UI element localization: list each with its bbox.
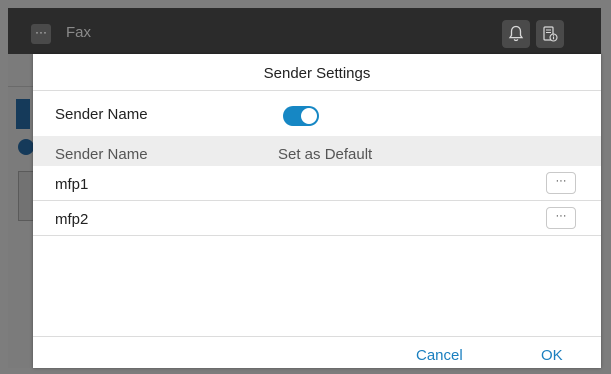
sender-name-value: mfp2 bbox=[55, 211, 89, 228]
dialog-title: Sender Settings bbox=[33, 54, 601, 91]
top-bar: ··· Fax bbox=[8, 8, 601, 54]
ok-button[interactable]: OK bbox=[541, 347, 563, 364]
more-options-button[interactable]: ··· bbox=[546, 172, 576, 194]
menu-button[interactable]: ··· bbox=[31, 24, 51, 44]
background-tab bbox=[16, 99, 30, 129]
device-info-icon bbox=[543, 26, 558, 42]
background-divider bbox=[8, 86, 33, 87]
toggle-knob bbox=[301, 108, 317, 124]
table-header: Sender Name Set as Default bbox=[33, 136, 601, 166]
column-header-set-as-default: Set as Default bbox=[278, 146, 373, 163]
device-info-button[interactable] bbox=[536, 20, 564, 48]
background-indicator bbox=[18, 139, 34, 155]
dialog-footer: Cancel OK bbox=[33, 336, 601, 369]
notification-button[interactable] bbox=[502, 20, 530, 48]
sender-settings-dialog: Sender Settings Sender Name Sender Name … bbox=[33, 54, 601, 368]
bell-icon bbox=[508, 25, 524, 42]
more-options-button[interactable]: ··· bbox=[546, 207, 576, 229]
sender-name-label: Sender Name bbox=[55, 106, 148, 123]
cancel-button[interactable]: Cancel bbox=[416, 347, 463, 364]
sender-name-value: mfp1 bbox=[55, 176, 89, 193]
sender-name-toggle[interactable] bbox=[283, 106, 319, 126]
table-row[interactable]: mfp1 ··· bbox=[33, 166, 601, 201]
app-title: Fax bbox=[66, 24, 92, 41]
background-checkbox bbox=[18, 171, 34, 221]
table-row[interactable]: mfp2 ··· bbox=[33, 201, 601, 236]
column-header-sender-name: Sender Name bbox=[55, 146, 148, 163]
